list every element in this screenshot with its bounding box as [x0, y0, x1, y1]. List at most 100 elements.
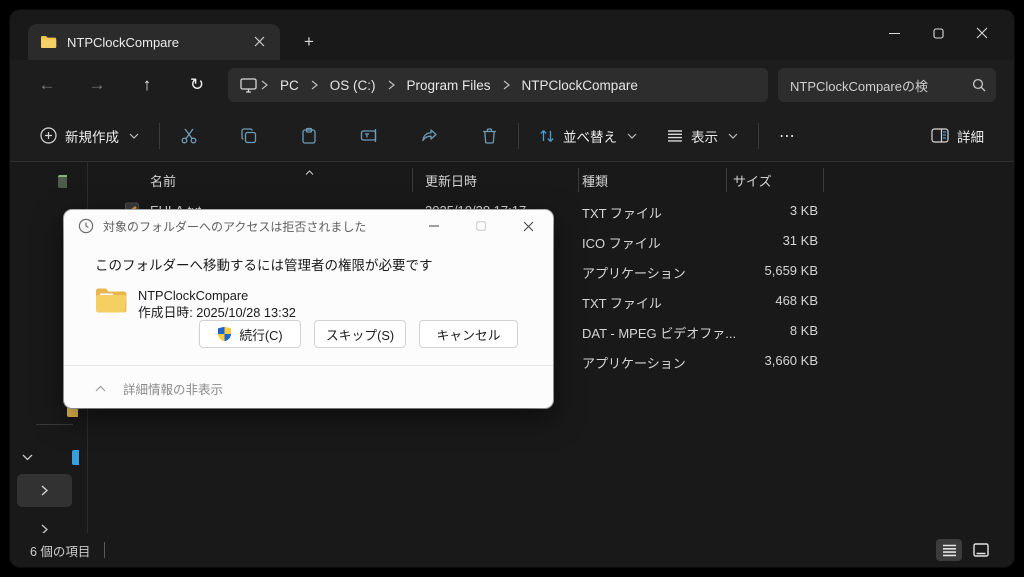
address-bar-row: ← → ↑ ↻ PC OS (C:) Program Files NTPClockCo… [10, 60, 1014, 110]
dialog-title: 対象のフォルダーへのアクセスは拒否されました [103, 218, 406, 235]
breadcrumb-item[interactable]: Program Files [399, 75, 499, 96]
file-size: 3,660 KB [703, 353, 818, 368]
large-icons-view-icon[interactable] [968, 539, 994, 561]
file-type: TXT ファイル [582, 293, 662, 312]
chevron-right-icon [503, 80, 510, 90]
minimize-icon[interactable] [872, 18, 916, 48]
more-button[interactable]: ⋯ [771, 120, 803, 152]
sidebar-item-this-pc[interactable] [10, 442, 88, 472]
rename-icon[interactable] [352, 121, 387, 150]
dialog-folder-name: NTPClockCompare [138, 287, 296, 304]
column-divider[interactable] [412, 168, 413, 192]
breadcrumb-item[interactable]: OS (C:) [322, 75, 384, 96]
file-size: 31 KB [703, 233, 818, 248]
column-divider[interactable] [823, 168, 824, 192]
chevron-right-icon [388, 80, 395, 90]
chevron-right-icon [261, 80, 268, 90]
sidebar-item-expanded-selected[interactable] [17, 474, 72, 507]
file-size: 5,659 KB [703, 263, 818, 278]
clock-icon [78, 218, 94, 234]
hide-details-label: 詳細情報の非表示 [123, 379, 223, 398]
search-box [778, 68, 996, 102]
tab-bar: NTPClockCompare + [10, 10, 1014, 60]
dialog-buttons: 続行(C) スキップ(S) キャンセル [199, 320, 518, 348]
plus-circle-icon [40, 127, 57, 144]
cancel-button[interactable]: キャンセル [419, 320, 518, 348]
continue-label: 続行(C) [239, 325, 282, 344]
divider [159, 123, 160, 149]
view-label: 表示 [691, 126, 718, 146]
details-view-icon[interactable] [936, 539, 962, 561]
access-denied-dialog: 対象のフォルダーへのアクセスは拒否されました このフォルダーへ移動するには管理者… [64, 210, 553, 408]
file-type: アプリケーション [582, 353, 686, 372]
file-size: 468 KB [703, 293, 818, 308]
skip-label: スキップ(S) [326, 325, 394, 344]
dialog-close-icon[interactable] [509, 213, 547, 239]
column-header-name[interactable]: 名前 [150, 171, 176, 190]
view-button[interactable]: 表示 [659, 120, 746, 152]
details-label: 詳細 [957, 126, 984, 146]
chevron-up-icon [95, 385, 106, 392]
copy-icon[interactable] [232, 121, 266, 151]
column-divider[interactable] [726, 168, 727, 192]
paste-icon[interactable] [292, 121, 326, 151]
chevron-right-icon [311, 80, 318, 90]
chevron-down-icon [129, 133, 139, 139]
breadcrumb-item[interactable]: NTPClockCompare [514, 75, 646, 96]
chevron-right-icon [41, 485, 48, 496]
new-button[interactable]: 新規作成 [32, 120, 147, 152]
up-icon[interactable]: ↑ [128, 68, 166, 102]
sidebar-item-gallery[interactable] [10, 166, 88, 196]
file-type: TXT ファイル [582, 203, 662, 222]
uac-shield-icon [217, 326, 232, 342]
divider [36, 424, 73, 425]
item-count: 6 個の項目 [30, 541, 90, 560]
back-icon[interactable]: ← [28, 68, 66, 102]
file-size: 8 KB [703, 323, 818, 338]
column-divider[interactable] [578, 168, 579, 192]
dialog-folder-info: NTPClockCompare 作成日時: 2025/10/28 13:32 [95, 287, 553, 322]
divider [758, 123, 759, 149]
tab-title: NTPClockCompare [67, 35, 240, 50]
dialog-maximize-icon [462, 213, 500, 239]
breadcrumb: PC OS (C:) Program Files NTPClockCompare [228, 68, 768, 102]
breadcrumb-item[interactable]: PC [272, 75, 307, 96]
hide-details-toggle[interactable]: 詳細情報の非表示 [95, 379, 223, 398]
gallery-icon [58, 175, 67, 188]
divider [64, 365, 553, 366]
dialog-minimize-icon[interactable] [415, 213, 453, 239]
new-tab-button[interactable]: + [298, 32, 320, 52]
dialog-title-bar: 対象のフォルダーへのアクセスは拒否されました [64, 210, 553, 242]
sort-button[interactable]: 並べ替え [531, 120, 645, 152]
file-size: 3 KB [703, 203, 818, 218]
sort-arrows-icon [539, 128, 555, 144]
sort-label: 並べ替え [563, 126, 617, 146]
maximize-icon[interactable] [916, 18, 960, 48]
refresh-icon[interactable]: ↻ [178, 68, 216, 102]
view-toggles [936, 539, 994, 561]
dialog-folder-created: 作成日時: 2025/10/28 13:32 [138, 304, 296, 321]
column-header-modified[interactable]: 更新日時 [425, 171, 477, 190]
details-pane-button[interactable]: 詳細 [923, 120, 992, 152]
column-header-size[interactable]: サイズ [733, 171, 772, 190]
list-lines-icon [667, 129, 683, 143]
delete-icon[interactable] [473, 121, 506, 151]
column-header-type[interactable]: 種類 [582, 171, 608, 190]
desktop-icon[interactable] [240, 78, 257, 93]
continue-button[interactable]: 続行(C) [199, 320, 301, 348]
cut-icon[interactable] [172, 121, 206, 151]
folder-chart-icon [95, 287, 127, 322]
forward-icon[interactable]: → [78, 68, 116, 102]
file-type: ICO ファイル [582, 233, 661, 252]
dialog-message: このフォルダーへ移動するには管理者の権限が必要です [95, 254, 553, 274]
divider [104, 542, 105, 558]
close-icon[interactable] [960, 18, 1004, 48]
tab-close-icon[interactable] [250, 34, 268, 50]
command-toolbar: 新規作成 並べ替え 表示 ⋯ 詳細 [10, 110, 1014, 162]
share-icon[interactable] [413, 121, 447, 151]
details-panel-icon [931, 128, 949, 143]
search-icon[interactable] [972, 78, 986, 92]
search-input[interactable] [790, 78, 972, 93]
skip-button[interactable]: スキップ(S) [314, 320, 406, 348]
tab-ntpclockcompare[interactable]: NTPClockCompare [28, 24, 280, 60]
